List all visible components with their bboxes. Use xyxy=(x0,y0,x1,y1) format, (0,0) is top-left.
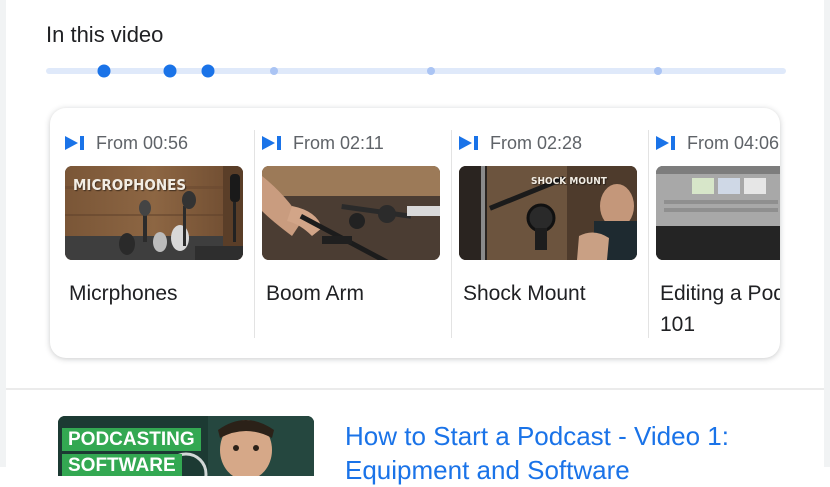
chapter-time-text: From 02:28 xyxy=(490,132,583,153)
chapter-divider xyxy=(451,130,452,338)
chapter-time-text: From 04:06 xyxy=(687,132,780,153)
chapter-item-shock-mount[interactable]: From 02:28 SHOCK MOUNT Shock Mount xyxy=(459,108,655,358)
thumbnail-tag: SOFTWARE xyxy=(62,454,182,476)
chapter-item-microphones[interactable]: From 00:56 MICROPHONES Micrphones xyxy=(65,108,261,358)
chapter-timeline[interactable] xyxy=(46,64,786,78)
chapter-item-boom-arm[interactable]: From 02:11 Boom Arm xyxy=(262,108,458,358)
chapter-time-text: From 00:56 xyxy=(96,132,189,153)
timeline-marker[interactable] xyxy=(97,64,111,78)
chapter-thumbnail[interactable] xyxy=(262,166,440,260)
timeline-marker[interactable] xyxy=(201,64,215,78)
video-result-thumbnail[interactable]: PODCASTING SOFTWARE xyxy=(58,416,314,476)
chapter-time-text: From 02:11 xyxy=(293,132,384,153)
chapter-timestamp: From 02:11 xyxy=(262,133,384,153)
timeline-track xyxy=(46,68,786,74)
thumbnail-caption: MICROPHONES xyxy=(73,176,187,194)
chapter-thumbnail[interactable] xyxy=(656,166,780,260)
chapter-divider xyxy=(254,130,255,338)
chapter-title: Boom Arm xyxy=(266,282,365,305)
play-from-icon xyxy=(459,136,478,150)
timeline-marker[interactable] xyxy=(269,67,278,75)
chapter-thumbnail[interactable]: SHOCK MOUNT xyxy=(459,166,637,260)
timeline-marker[interactable] xyxy=(163,64,177,78)
right-border xyxy=(824,0,830,467)
timeline-marker[interactable] xyxy=(653,67,662,75)
boom-arm-thumbnail-image xyxy=(262,166,440,260)
thumbnail-caption: SHOCK MOUNT xyxy=(531,176,607,187)
chapters-carousel[interactable]: From 00:56 MICROPHONES Micrphones From 0… xyxy=(50,108,780,358)
video-result-title-link[interactable]: How to Start a Podcast - Video 1: Equipm… xyxy=(345,419,805,487)
chapter-title: Micrphones xyxy=(69,282,178,305)
section-title: In this video xyxy=(46,22,164,47)
play-from-icon xyxy=(65,136,84,150)
chapter-divider xyxy=(648,130,649,338)
chapter-timestamp: From 02:28 xyxy=(459,133,582,153)
chapter-title: Editing a Podcast 101 xyxy=(660,282,780,336)
chapter-timestamp: From 04:06 xyxy=(656,133,779,153)
chapter-thumbnail[interactable]: MICROPHONES xyxy=(65,166,243,260)
section-separator xyxy=(6,388,824,390)
play-from-icon xyxy=(262,136,281,150)
chapter-timestamp: From 00:56 xyxy=(65,133,188,153)
left-border xyxy=(0,0,6,467)
thumbnail-tag: PODCASTING xyxy=(62,428,201,451)
chapter-title: Shock Mount xyxy=(463,282,586,305)
editing-thumbnail-image xyxy=(656,166,780,260)
chapter-item-editing[interactable]: From 04:06 Editing a Podcast 101 xyxy=(656,108,780,358)
play-from-icon xyxy=(656,136,675,150)
timeline-marker[interactable] xyxy=(426,67,435,75)
